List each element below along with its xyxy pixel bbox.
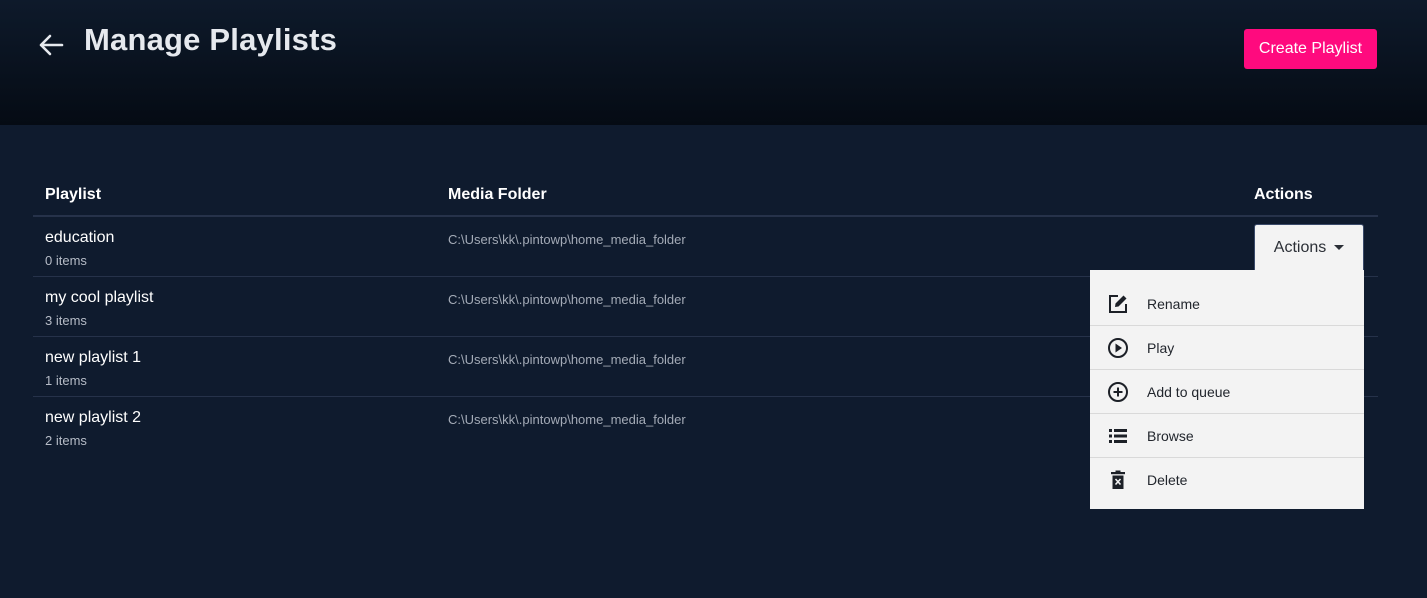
page-header: Manage Playlists Create Playlist — [0, 0, 1427, 125]
add-circle-icon — [1107, 381, 1129, 403]
menu-item-label: Rename — [1147, 296, 1200, 312]
menu-item-play[interactable]: Play — [1090, 326, 1364, 370]
list-icon — [1107, 425, 1129, 447]
table-header: Playlist Media Folder Actions — [33, 176, 1378, 217]
menu-item-add-to-queue[interactable]: Add to queue — [1090, 370, 1364, 414]
playlist-item-count: 3 items — [45, 313, 87, 328]
menu-item-label: Delete — [1147, 472, 1188, 488]
media-folder-path: C:\Users\kk\.pintowp\home_media_folder — [448, 412, 686, 427]
trash-icon — [1107, 469, 1129, 491]
media-folder-path: C:\Users\kk\.pintowp\home_media_folder — [448, 232, 686, 247]
menu-item-rename[interactable]: Rename — [1090, 282, 1364, 326]
actions-dropdown-label: Actions — [1273, 238, 1327, 256]
page-title: Manage Playlists — [84, 22, 338, 57]
table-row[interactable]: education 0 items C:\Users\kk\.pintowp\h… — [33, 217, 1378, 277]
create-playlist-button[interactable]: Create Playlist — [1244, 29, 1377, 69]
column-header-actions: Actions — [1254, 186, 1313, 203]
playlist-item-count: 2 items — [45, 433, 87, 448]
edit-icon — [1107, 293, 1129, 315]
arrow-left-icon — [39, 34, 64, 56]
actions-dropdown-menu: Rename Play Add to queue Browse Delete — [1090, 270, 1364, 509]
column-header-media-folder: Media Folder — [448, 186, 547, 203]
menu-item-delete[interactable]: Delete — [1090, 458, 1364, 502]
playlist-name: my cool playlist — [45, 289, 154, 306]
actions-dropdown-button[interactable]: Actions — [1254, 224, 1364, 270]
play-circle-icon — [1107, 337, 1129, 359]
menu-item-label: Play — [1147, 340, 1175, 356]
back-button[interactable] — [36, 30, 66, 60]
menu-item-browse[interactable]: Browse — [1090, 414, 1364, 458]
menu-item-label: Add to queue — [1147, 384, 1231, 400]
playlist-name: new playlist 1 — [45, 349, 142, 366]
playlist-item-count: 0 items — [45, 253, 87, 268]
playlist-name: education — [45, 229, 115, 246]
caret-down-icon — [1334, 245, 1345, 250]
playlist-name: new playlist 2 — [45, 409, 142, 426]
playlist-item-count: 1 items — [45, 373, 87, 388]
menu-item-label: Browse — [1147, 428, 1194, 444]
media-folder-path: C:\Users\kk\.pintowp\home_media_folder — [448, 292, 686, 307]
media-folder-path: C:\Users\kk\.pintowp\home_media_folder — [448, 352, 686, 367]
column-header-playlist: Playlist — [45, 186, 102, 203]
